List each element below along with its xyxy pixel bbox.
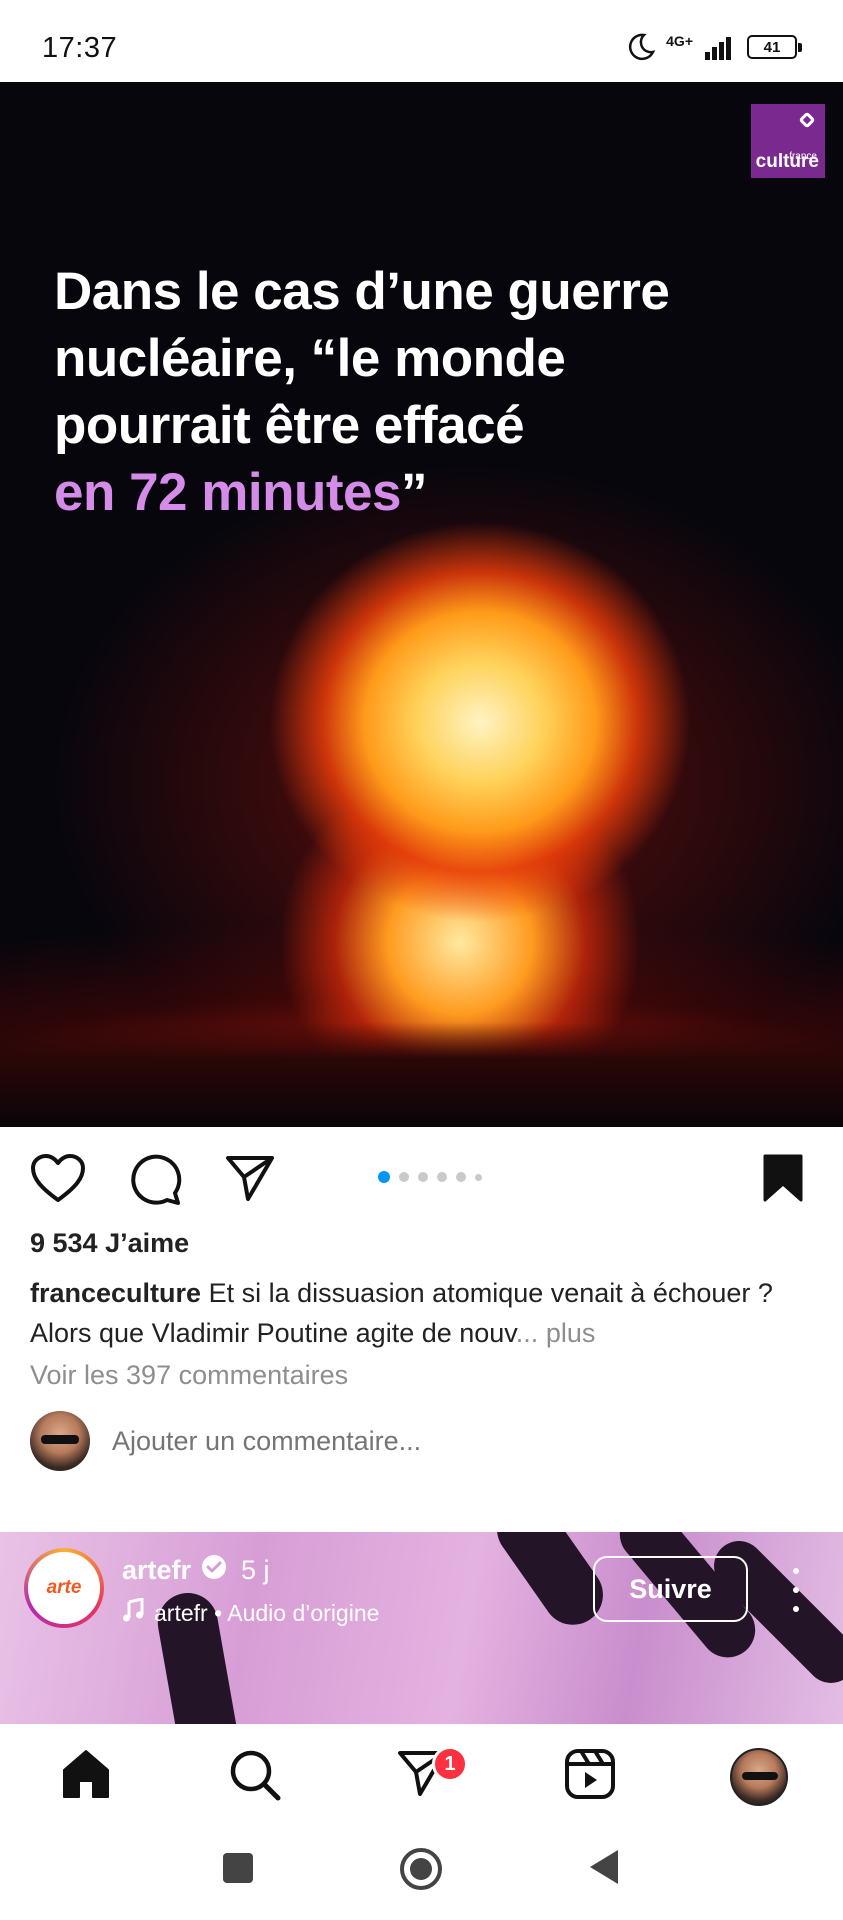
battery-icon: 41	[747, 35, 802, 59]
avatar	[30, 1411, 90, 1471]
comment-input[interactable]	[112, 1425, 612, 1457]
caption-ellipsis: ...	[515, 1318, 539, 1348]
status-time: 17:37	[42, 32, 118, 64]
moon-icon	[626, 32, 656, 62]
artefr-avatar[interactable]: arte	[24, 1548, 104, 1628]
recent-apps-icon[interactable]	[222, 1852, 254, 1889]
reels-icon[interactable]	[564, 1748, 616, 1805]
next-post-username[interactable]: artefr	[122, 1555, 191, 1586]
carousel-dot	[399, 1172, 409, 1182]
next-post-audio-label: artefr • Audio d’origine	[154, 1599, 380, 1626]
arte-logo: arte	[33, 1557, 95, 1619]
carousel-dot	[437, 1172, 447, 1182]
post-image[interactable]: france culture Dans le cas d’une guerre …	[0, 82, 843, 1127]
signal-icon	[703, 34, 737, 60]
back-icon[interactable]	[588, 1848, 620, 1891]
carousel-dot	[475, 1173, 482, 1181]
next-post-time: 5 j	[241, 1555, 270, 1585]
logo-mark-icon	[798, 111, 816, 129]
status-icons: 4G+ 41	[626, 30, 802, 64]
logo-line2: culture	[755, 151, 819, 172]
heart-icon[interactable]	[30, 1153, 86, 1210]
home-button-icon[interactable]	[398, 1846, 444, 1897]
network-type: 4G+	[666, 33, 693, 49]
next-post-header[interactable]: arte artefr 5 j artefr • Audio d’origine…	[0, 1532, 843, 1724]
music-note-icon	[122, 1597, 144, 1628]
carousel-indicator	[378, 1171, 482, 1183]
headline-accent: en 72 minutes	[54, 463, 401, 522]
france-culture-logo: france culture	[751, 104, 825, 178]
caption-more-link[interactable]: plus	[538, 1318, 596, 1348]
headline-line4: en 72 minutes”	[54, 459, 774, 526]
view-comments-link[interactable]: Voir les 397 commentaires	[30, 1360, 348, 1391]
battery-level: 41	[763, 38, 781, 56]
headline-line3: pourrait être effacé	[54, 396, 525, 455]
carousel-dot	[456, 1172, 466, 1182]
caption-username[interactable]: franceculture	[30, 1278, 201, 1308]
follow-button[interactable]: Suivre	[593, 1556, 748, 1622]
carousel-dot	[418, 1172, 428, 1182]
post-actions	[0, 1127, 843, 1227]
post-caption: franceculture Et si la dissuasion atomiq…	[30, 1273, 820, 1353]
send-icon[interactable]	[224, 1153, 276, 1208]
headline-line2: nucléaire, “le monde	[54, 329, 566, 388]
next-post-audio[interactable]: artefr • Audio d’origine	[122, 1597, 380, 1628]
comment-icon[interactable]	[128, 1153, 182, 1212]
bookmark-icon[interactable]	[762, 1153, 804, 1208]
more-options-icon[interactable]	[784, 1568, 808, 1612]
carousel-dot	[378, 1171, 390, 1183]
verified-badge-icon	[201, 1554, 227, 1587]
like-count[interactable]: 9 534 J’aime	[30, 1228, 189, 1259]
bottom-navigation: 1	[0, 1724, 843, 1830]
headline-closing-quote: ”	[400, 463, 428, 522]
search-icon[interactable]	[228, 1748, 282, 1807]
add-comment-row	[30, 1410, 612, 1472]
next-post-user: artefr 5 j	[122, 1554, 270, 1587]
messages-badge: 1	[432, 1746, 468, 1782]
status-bar: 17:37 4G+ 41	[0, 0, 843, 82]
profile-avatar[interactable]	[730, 1748, 788, 1806]
system-navigation	[0, 1830, 843, 1920]
post-headline: Dans le cas d’une guerre nucléaire, “le …	[54, 258, 774, 526]
home-icon[interactable]	[60, 1748, 112, 1805]
headline-line1: Dans le cas d’une guerre	[54, 262, 670, 321]
image-ground	[0, 1022, 843, 1127]
